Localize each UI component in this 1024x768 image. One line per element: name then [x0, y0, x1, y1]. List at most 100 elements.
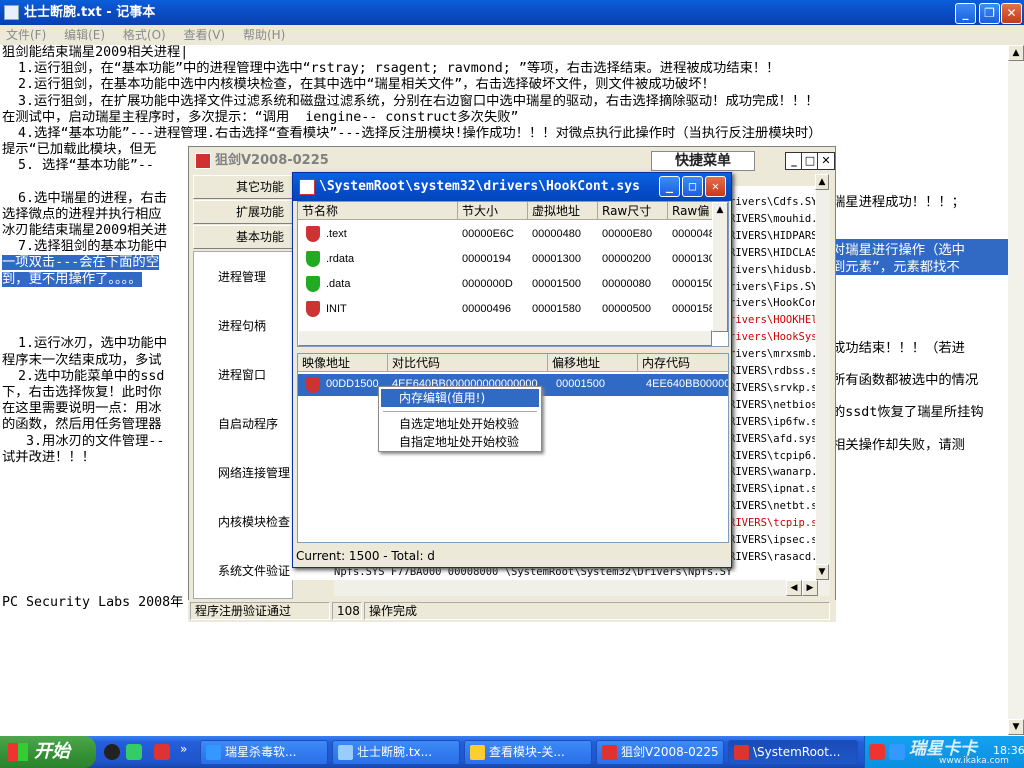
text-line-fragment: 的ssdt恢复了瑞星所挂钩	[832, 405, 984, 421]
scroll-up-icon[interactable]: ▲	[1008, 45, 1024, 61]
nav-other-functions[interactable]: 其它功能	[193, 175, 293, 199]
menu-file[interactable]: 文件(F)	[6, 28, 46, 42]
driver-row[interactable]: RIVERS\srvkp.s	[729, 382, 815, 394]
notepad-vertical-scrollbar[interactable]: ▲ ▼	[1008, 45, 1024, 735]
list-scroll-right-icon[interactable]: ▶	[802, 580, 818, 596]
context-menu: 内存编辑(值用!) 自选定地址处开始校验 自指定地址处开始校验	[378, 386, 542, 452]
close-button[interactable]: ✕	[1001, 3, 1022, 24]
col-section-size[interactable]: 节大小	[458, 202, 528, 220]
module-dialog: \SystemRoot\system32\drivers\HookCont.sy…	[292, 172, 732, 568]
driver-row[interactable]: RIVERS\ip6fw.s	[729, 416, 815, 428]
menu-view[interactable]: 查看(V)	[184, 28, 226, 42]
section-size: 0000000D	[462, 278, 513, 290]
jian-close-button[interactable]: ✕	[817, 152, 835, 170]
side-item-startup-programs[interactable]: 自启动程序	[218, 415, 278, 432]
driver-row[interactable]: RIVERS\rdbss.s	[729, 365, 815, 377]
side-item-process-handles[interactable]: 进程句柄	[218, 317, 266, 334]
dialog-minimize-button[interactable]: _	[659, 176, 680, 197]
driver-row-npfs[interactable]: Npfs.SYS F77BA000 00008000 \SystemRoot\S…	[334, 566, 816, 580]
quicklaunch-icon-2[interactable]	[126, 744, 142, 760]
module-shield-icon	[306, 377, 320, 393]
dialog-title: \SystemRoot\system32\drivers\HookCont.sy…	[319, 179, 640, 194]
driver-row[interactable]: rivers\mrxsmb.	[729, 348, 815, 360]
list-scroll-up-icon[interactable]: ▲	[815, 174, 829, 190]
driver-row[interactable]: RIVERS\ipnat.s	[729, 483, 815, 495]
driver-row[interactable]: rivers\Cdfs.SY	[729, 196, 815, 208]
dialog-status: Current: 1500 - Total: d	[296, 549, 435, 563]
start-label: 开始	[34, 741, 70, 762]
side-item-process-windows[interactable]: 进程窗口	[218, 366, 266, 383]
driver-list-hscrollbar[interactable]: ◀ ▶	[334, 580, 830, 596]
side-item-kernel-module-check[interactable]: 内核模块检查	[218, 513, 290, 530]
ctx-divider	[383, 411, 537, 412]
section-name: .data	[326, 278, 351, 290]
col-virtual-address[interactable]: 虚拟地址	[528, 202, 598, 220]
menu-format[interactable]: 格式(O)	[123, 28, 166, 42]
minimize-button[interactable]: _	[955, 3, 976, 24]
ctx-verify-specified[interactable]: 自指定地址处开始校验	[381, 433, 539, 451]
driver-row[interactable]: RIVERS\ipsec.s	[729, 534, 815, 546]
sections-vscroll[interactable]: ▲	[712, 202, 728, 332]
driver-row[interactable]: rivers\HookSys	[729, 331, 815, 343]
taskbar-item-view-module[interactable]: 查看模块-关...	[464, 740, 592, 765]
notepad-title: 壮士断腕.txt - 记事本	[24, 5, 156, 20]
col-image-address[interactable]: 映像地址	[298, 354, 388, 372]
nav-extended-functions[interactable]: 扩展功能	[193, 200, 293, 224]
section-va: 00000480	[532, 228, 581, 240]
section-size: 00000496	[462, 303, 511, 315]
driver-row[interactable]: RIVERS\mouhid.	[729, 213, 815, 225]
section-va: 00001500	[532, 278, 581, 290]
safe-shield-icon	[306, 276, 320, 292]
side-item-system-file-verify[interactable]: 系统文件验证	[218, 562, 290, 579]
menu-help[interactable]: 帮助(H)	[243, 28, 285, 42]
quick-menu-button[interactable]: 快捷菜单	[651, 151, 755, 171]
driver-row[interactable]: RIVERS\HIDPARS	[729, 230, 815, 242]
side-item-network-connections[interactable]: 网络连接管理	[218, 464, 290, 481]
jian-quicklaunch-icon[interactable]	[154, 744, 170, 760]
driver-list-scrollbar[interactable]: ▲ ▼	[815, 174, 830, 580]
col-raw-size[interactable]: Raw尺寸	[598, 202, 668, 220]
taskbar-item-dialog[interactable]: \SystemRoot...	[728, 740, 858, 765]
driver-row[interactable]: RIVERS\wanarp.	[729, 466, 815, 478]
tray-icon-s[interactable]	[869, 744, 885, 760]
driver-row[interactable]: RIVERS\afd.sys	[729, 433, 815, 445]
driver-row[interactable]: RIVERS\netbios	[729, 399, 815, 411]
col-memory-code[interactable]: 内存代码	[638, 354, 728, 372]
scroll-down-icon[interactable]: ▼	[1008, 719, 1024, 735]
sections-table[interactable]: 节名称 节大小 虚拟地址 Raw尺寸 Raw偏 .text 00000E6C 000…	[297, 201, 729, 347]
taskbar-item-rising[interactable]: 瑞星杀毒软...	[200, 740, 328, 765]
driver-row[interactable]: RIVERS\tcpip6.	[729, 450, 815, 462]
taskbar-item-notepad[interactable]: 壮士断腕.tx...	[332, 740, 460, 765]
jian-titlebar: 狙剑V2008-0225 快捷菜单 _ □ ✕	[189, 147, 835, 175]
quicklaunch-more-icon[interactable]: »	[180, 742, 187, 756]
driver-row[interactable]: RIVERS\HIDCLAS	[729, 247, 815, 259]
sections-hscroll[interactable]	[298, 330, 712, 346]
section-raw: 00000E80	[602, 228, 653, 240]
driver-row[interactable]: RIVERS\rasacd.	[729, 551, 815, 563]
col-offset-address[interactable]: 偏移地址	[548, 354, 638, 372]
side-item-process-management[interactable]: 进程管理	[218, 268, 266, 285]
ctx-memory-edit[interactable]: 内存编辑(值用!)	[381, 389, 539, 407]
dialog-maximize-button[interactable]: □	[682, 176, 703, 197]
col-section-name[interactable]: 节名称	[298, 202, 458, 220]
menu-edit[interactable]: 编辑(E)	[64, 28, 105, 42]
col-compare-code[interactable]: 对比代码	[388, 354, 548, 372]
section-va: 00001580	[532, 303, 581, 315]
driver-row[interactable]: rivers\HOOKHEl	[729, 314, 815, 326]
driver-row[interactable]: RIVERS\tcpip.s	[729, 517, 815, 529]
tray-icon-2[interactable]	[889, 744, 905, 760]
driver-row[interactable]: rivers\HookCor	[729, 297, 815, 309]
driver-row[interactable]: rivers\Fips.SY	[729, 281, 815, 293]
list-scroll-down-icon[interactable]: ▼	[815, 564, 829, 580]
taskbar-item-jian[interactable]: 狙剑V2008-0225	[596, 740, 724, 765]
qq-icon[interactable]	[104, 744, 120, 760]
driver-row[interactable]: RIVERS\netbt.s	[729, 500, 815, 512]
dialog-close-button[interactable]: ✕	[705, 176, 726, 197]
nav-basic-functions[interactable]: 基本功能	[193, 225, 293, 249]
restore-button[interactable]: ❐	[979, 3, 1000, 24]
start-button[interactable]: 开始	[0, 736, 96, 768]
list-scroll-left-icon[interactable]: ◀	[786, 580, 802, 596]
driver-row[interactable]: rivers\hidusb.	[729, 264, 815, 276]
ctx-verify-selected[interactable]: 自选定地址处开始校验	[381, 415, 539, 433]
text-line: 在测试中，启动瑞星主程序时，多次提示：“调用 iengine-- constru…	[2, 109, 519, 125]
